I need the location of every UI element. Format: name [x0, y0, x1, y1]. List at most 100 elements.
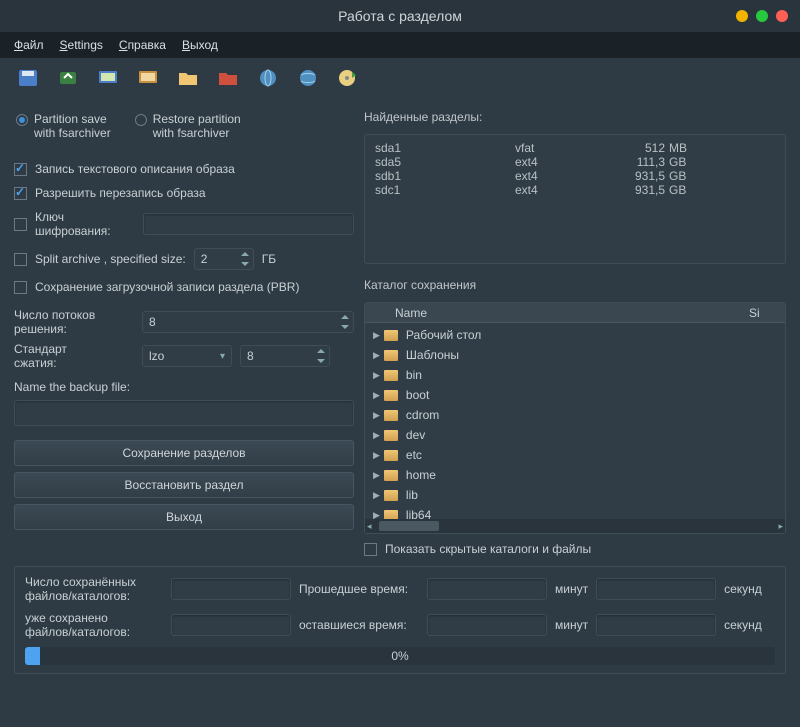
tree-header[interactable]: Name Si [365, 303, 785, 323]
checkbox-on-icon [14, 163, 27, 176]
tree-item[interactable]: ▶home [365, 465, 785, 485]
tree-item[interactable]: ▶Шаблоны [365, 345, 785, 365]
opt-pbr[interactable]: Сохранение загрузочной записи раздела (P… [14, 278, 354, 296]
menu-file[interactable]: Файл [14, 38, 44, 52]
monitor-icon[interactable] [98, 69, 118, 87]
encrypt-key-input[interactable] [143, 213, 354, 235]
opt-encrypt-label: Ключ шифрования: [35, 210, 135, 238]
toolbar [0, 58, 800, 98]
opt-text-desc[interactable]: Запись текстового описания образа [14, 160, 354, 178]
opt-overwrite[interactable]: Разрешить перезапись образа [14, 184, 354, 202]
opt-pbr-label: Сохранение загрузочной записи раздела (P… [35, 280, 299, 294]
tree-item-label: etc [406, 448, 422, 462]
menu-help[interactable]: Справка [119, 38, 166, 52]
globe-icon[interactable] [258, 69, 278, 87]
restore-partition-button[interactable]: Восстановить раздел [14, 472, 354, 498]
screen-icon[interactable] [138, 69, 158, 87]
tree-item[interactable]: ▶ cdrom [365, 405, 785, 425]
tree-item[interactable]: ▶ boot [365, 385, 785, 405]
folder-icon [384, 490, 398, 501]
partition-row[interactable]: sda1vfat512MB [375, 141, 775, 155]
show-hidden-checkbox[interactable]: Показать скрытые каталоги и файлы [364, 540, 786, 558]
tree-item[interactable]: ▶dev [365, 425, 785, 445]
split-size-spinner[interactable]: 2 [194, 248, 254, 270]
globe2-icon[interactable] [298, 69, 318, 87]
status-panel: Число сохранённых файлов/каталогов: Прош… [14, 566, 786, 674]
tree-item-label: Рабочий стол [406, 328, 481, 342]
menu-settings[interactable]: Settings [60, 38, 103, 52]
minutes-label: минут [555, 582, 588, 596]
compress-algo-combo[interactable]: lzo [142, 345, 232, 367]
backup-name-input[interactable] [14, 400, 354, 426]
remaining-sec-input [596, 614, 716, 636]
threads-spinner[interactable]: 8 [142, 311, 354, 333]
tree-item[interactable]: ▶lib64 [365, 505, 785, 519]
checkbox-off-icon [364, 543, 377, 556]
split-unit: ГБ [262, 252, 276, 266]
compress-level-spinner[interactable]: 8 [240, 345, 330, 367]
radio-off-icon [135, 114, 147, 126]
mode-save-label: Partition save with fsarchiver [34, 112, 111, 140]
maximize-button[interactable] [756, 10, 768, 22]
tree-item-label: boot [406, 388, 429, 402]
disc-arrow-icon[interactable] [338, 69, 358, 87]
save-icon[interactable] [18, 69, 38, 87]
checkbox-off-icon [14, 253, 27, 266]
partition-row[interactable]: sda5ext4111,3GB [375, 155, 775, 169]
remaining-label: оставшиеся время: [299, 618, 419, 632]
partitions-list[interactable]: sda1vfat512MBsda5ext4111,3GBsdb1ext4931,… [364, 134, 786, 264]
expand-icon: ▶ [373, 390, 380, 401]
compress-label: Стандарт сжатия: [14, 342, 134, 370]
elapsed-min-input [427, 578, 547, 600]
catalog-header: Каталог сохранения [364, 274, 786, 296]
threads-label: Число потоков решения: [14, 308, 134, 336]
opt-split[interactable]: Split archive , specified size: 2 ГБ [14, 246, 354, 272]
mode-restore-radio[interactable]: Restore partition with fsarchiver [135, 112, 241, 140]
already-saved-label: уже сохранено файлов/каталогов: [25, 611, 163, 639]
elapsed-label: Прошедшее время: [299, 582, 419, 596]
checkbox-off-icon [14, 218, 27, 231]
folder-red-icon[interactable] [218, 69, 238, 87]
minimize-button[interactable] [736, 10, 748, 22]
progress-bar: 0% [25, 647, 775, 665]
tree-scrollbar-h[interactable] [365, 519, 785, 533]
tree-item-label: cdrom [406, 408, 439, 422]
folder-icon [384, 330, 398, 341]
tree-item-label: lib64 [406, 508, 431, 519]
opt-text-desc-label: Запись текстового описания образа [35, 162, 235, 176]
partition-row[interactable]: sdb1ext4931,5GB [375, 169, 775, 183]
expand-icon: ▶ [373, 330, 380, 341]
opt-encrypt[interactable]: Ключ шифрования: [14, 208, 354, 240]
folder-icon [384, 390, 398, 401]
close-button[interactable] [776, 10, 788, 22]
tree-item[interactable]: ▶lib [365, 485, 785, 505]
checkbox-on-icon [14, 187, 27, 200]
folder-icon [384, 410, 398, 421]
exit-button[interactable]: Выход [14, 504, 354, 530]
catalog-tree[interactable]: Name Si ▶Рабочий стол▶Шаблоны▶bin▶boot▶c… [364, 302, 786, 534]
tree-item-label: Шаблоны [406, 348, 459, 362]
seconds-label-2: секунд [724, 618, 762, 632]
show-hidden-label: Показать скрытые каталоги и файлы [385, 542, 591, 556]
menu-exit[interactable]: Выход [182, 38, 218, 52]
remaining-min-input [427, 614, 547, 636]
seconds-label: секунд [724, 582, 762, 596]
folder-icon [384, 370, 398, 381]
import-icon[interactable] [58, 69, 78, 87]
tree-item[interactable]: ▶bin [365, 365, 785, 385]
progress-text: 0% [391, 649, 408, 663]
saved-count-input [171, 578, 291, 600]
col-size: Si [749, 306, 785, 320]
expand-icon: ▶ [373, 410, 380, 421]
partition-row[interactable]: sdc1ext4931,5GB [375, 183, 775, 197]
expand-icon: ▶ [373, 450, 380, 461]
titlebar: Работа с разделом [0, 0, 800, 32]
mode-save-radio[interactable]: Partition save with fsarchiver [16, 112, 111, 140]
radio-on-icon [16, 114, 28, 126]
tree-item-label: lib [406, 488, 418, 502]
tree-item[interactable]: ▶ etc [365, 445, 785, 465]
expand-icon: ▶ [373, 430, 380, 441]
save-partitions-button[interactable]: Сохранение разделов [14, 440, 354, 466]
folder-open-icon[interactable] [178, 69, 198, 87]
tree-item[interactable]: ▶ Рабочий стол [365, 325, 785, 345]
